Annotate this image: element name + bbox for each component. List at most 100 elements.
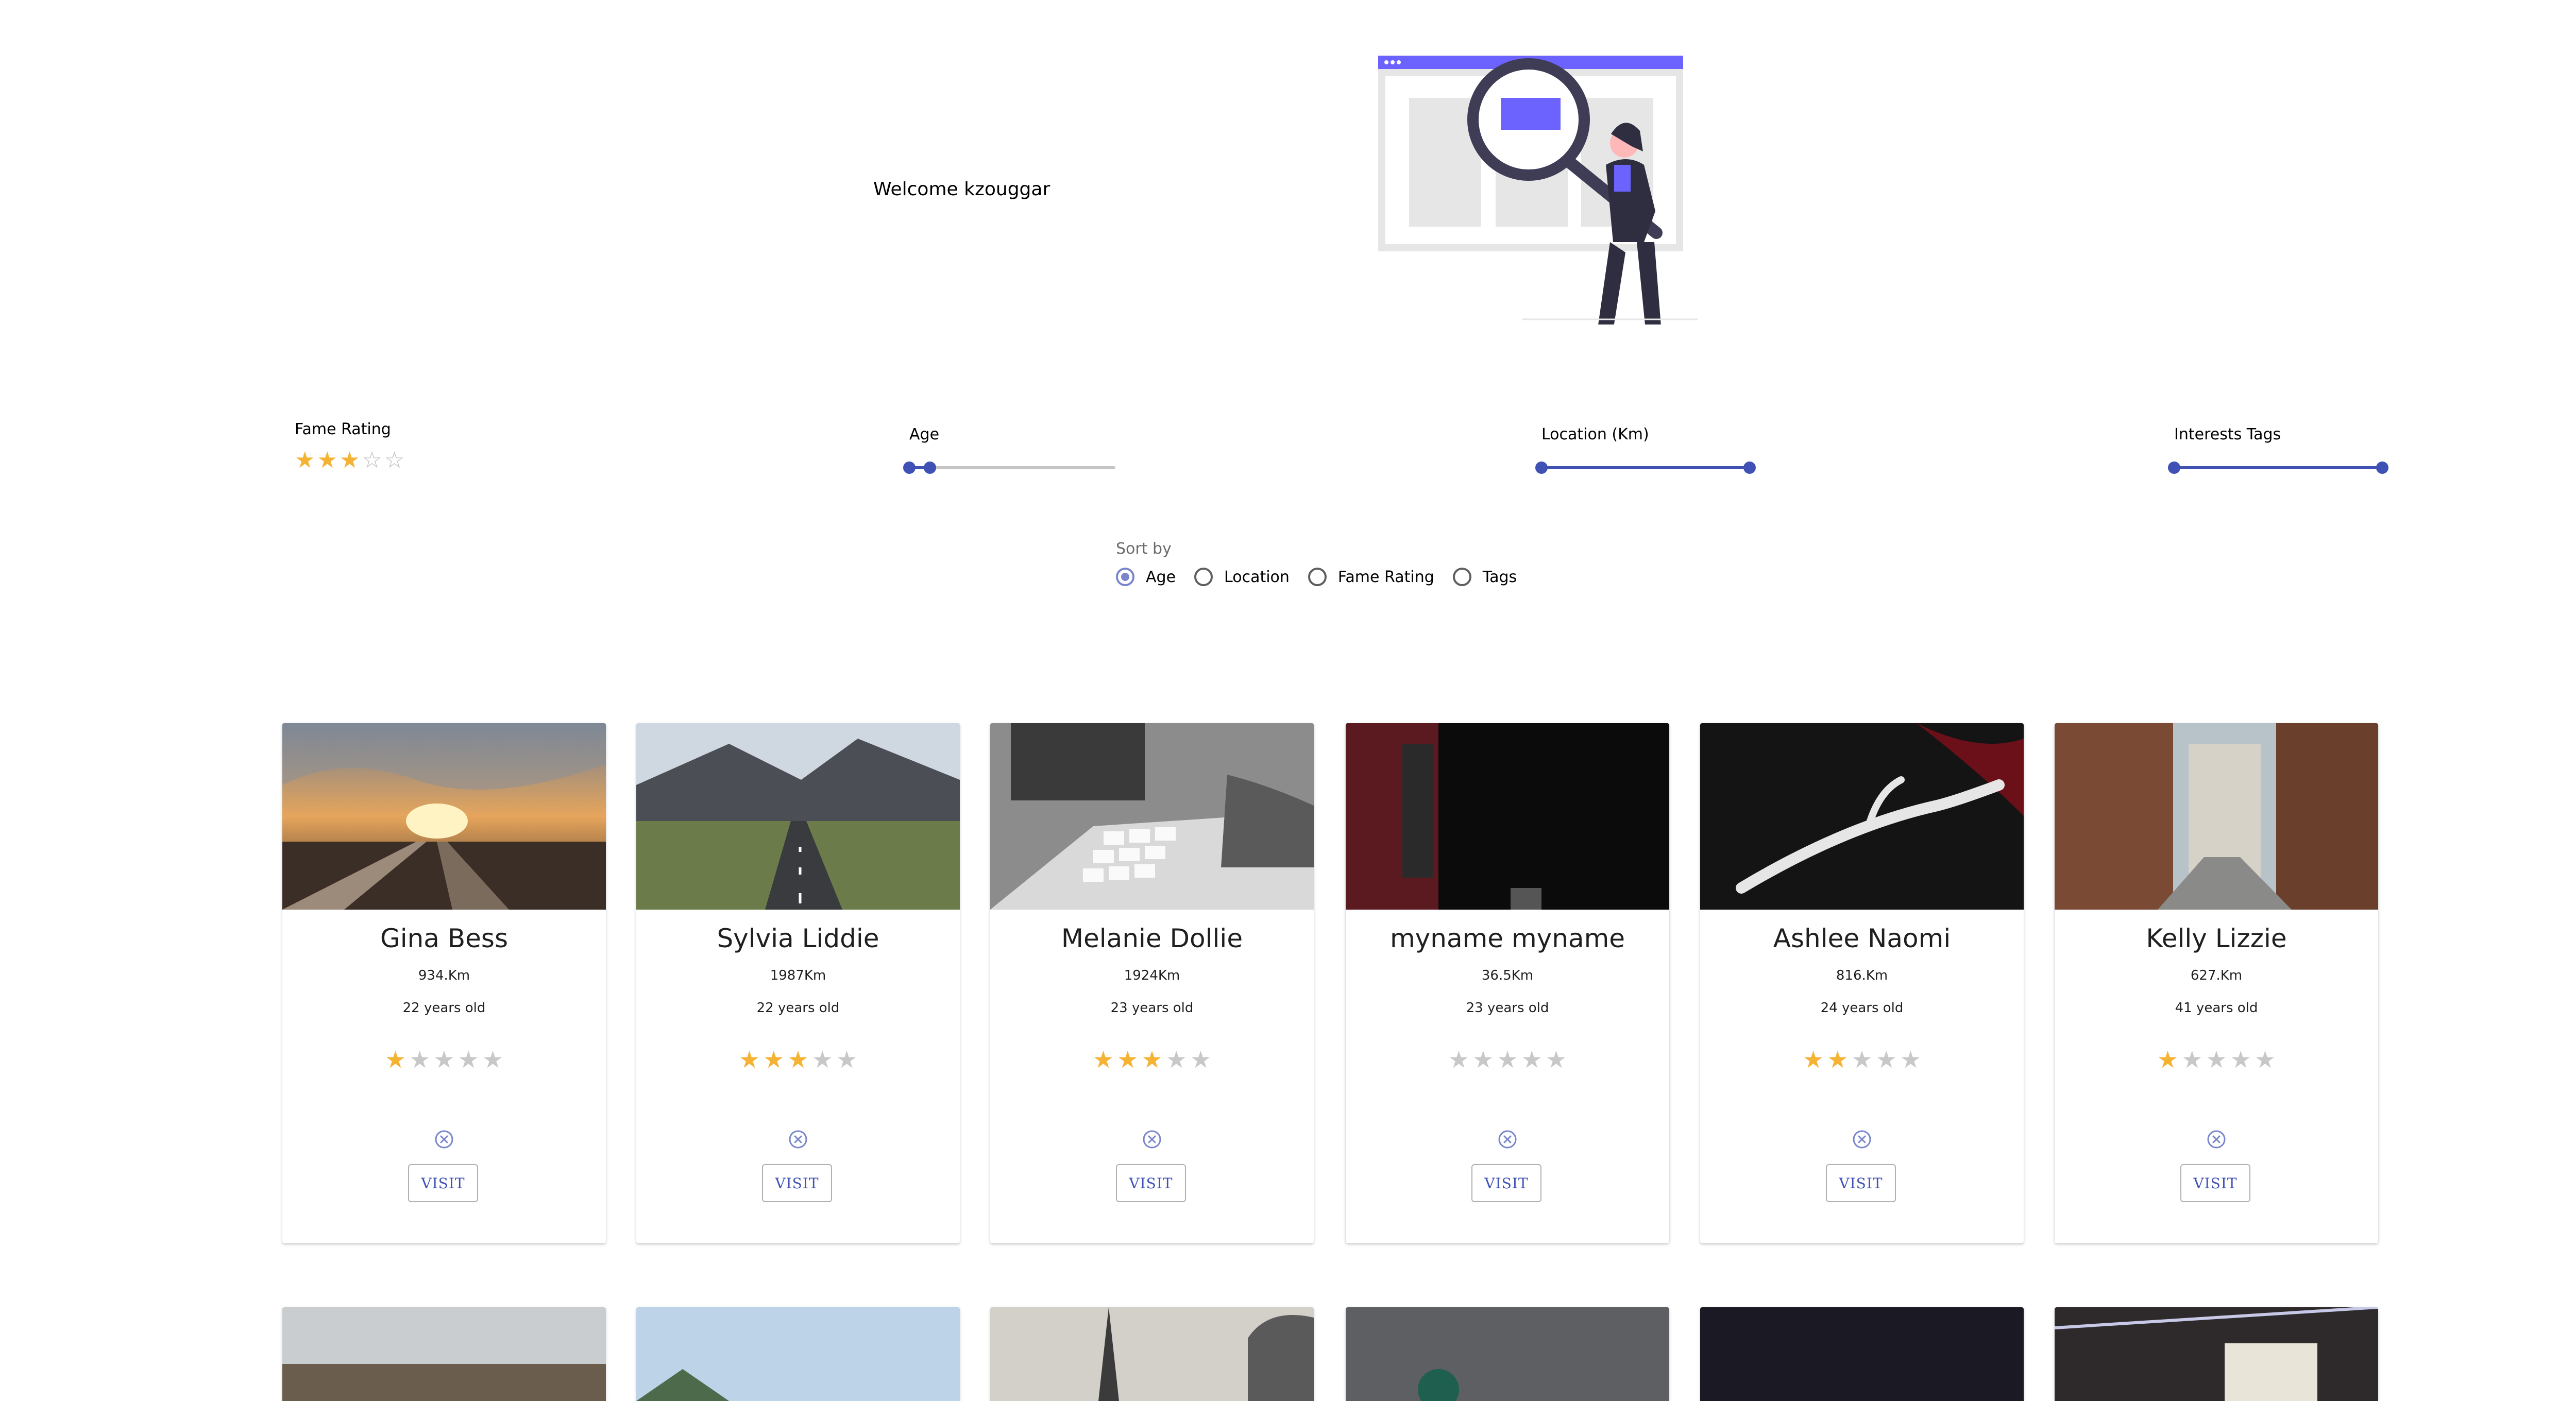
profile-name: Melanie Dollie — [1061, 924, 1243, 953]
profile-name: myname myname — [1389, 924, 1625, 953]
visit-button[interactable]: VISIT — [1826, 1164, 1896, 1202]
star-icon: ★ — [1472, 1046, 1494, 1073]
profile-name: Gina Bess — [380, 924, 509, 953]
profile-card: Sylvia Liddie 1987Km 22 years old ★ ★ ★ … — [636, 723, 960, 1243]
star-icon: ★ — [2230, 1046, 2251, 1073]
tags-slider-max-thumb[interactable] — [2376, 462, 2388, 474]
close-circle-icon[interactable] — [788, 1129, 808, 1150]
profile-age: 22 years old — [402, 1000, 486, 1016]
profile-card: myname myname 36.5Km 23 years old ★ ★ ★ … — [1346, 723, 1669, 1243]
age-slider-min-thumb[interactable] — [903, 462, 916, 474]
profile-rating: ★ ★ ★ ★ ★ — [636, 1048, 960, 1071]
sort-option-age[interactable]: Age — [1116, 568, 1176, 586]
visit-button[interactable]: VISIT — [762, 1164, 832, 1202]
visit-button[interactable]: VISIT — [408, 1164, 478, 1202]
profile-rating: ★ ★ ★ ★ ★ — [1700, 1048, 2024, 1071]
star-icon: ★ — [836, 1046, 858, 1073]
star-icon: ★ — [1521, 1046, 1543, 1073]
profile-card: Gina Bess 934.Km 22 years old ★ ★ ★ ★ ★ … — [282, 723, 606, 1243]
profile-photo — [990, 723, 1314, 910]
star-icon: ★ — [1827, 1046, 1849, 1073]
profile-name: Ashlee Naomi — [1773, 924, 1951, 953]
star-icon: ★ — [1900, 1046, 1922, 1073]
profile-age: 23 years old — [1466, 1000, 1549, 1016]
star-icon: ★ — [2206, 1046, 2227, 1073]
profile-age: 22 years old — [756, 1000, 840, 1016]
close-circle-icon[interactable] — [434, 1129, 454, 1150]
profile-card-partial — [990, 1307, 1314, 1401]
star-icon: ★ — [1190, 1046, 1212, 1073]
profile-distance: 816.Km — [1836, 968, 1888, 983]
star-icon: ★ — [763, 1046, 785, 1073]
profile-distance: 627.Km — [2190, 968, 2243, 983]
star-icon: ★ — [1851, 1046, 1873, 1073]
close-circle-icon[interactable] — [1497, 1129, 1518, 1150]
profile-distance: 1987Km — [770, 968, 826, 983]
star-outline-icon[interactable]: ☆ — [362, 449, 382, 472]
fame-rating-input[interactable]: ★ ★ ★ ☆ ☆ — [295, 449, 404, 472]
profile-card: Ashlee Naomi 816.Km 24 years old ★ ★ ★ ★… — [1700, 723, 2024, 1243]
star-icon[interactable]: ★ — [317, 449, 337, 472]
profile-card: Kelly Lizzie 627.Km 41 years old ★ ★ ★ ★… — [2055, 723, 2378, 1243]
star-icon: ★ — [787, 1046, 809, 1073]
profile-card-partial — [2055, 1307, 2378, 1401]
star-icon: ★ — [1165, 1046, 1187, 1073]
tags-slider-track — [2174, 466, 2382, 469]
star-icon: ★ — [1875, 1046, 1897, 1073]
tags-slider-min-thumb[interactable] — [2168, 462, 2180, 474]
star-icon[interactable]: ★ — [340, 449, 360, 472]
sort-option-location[interactable]: Location — [1194, 568, 1290, 586]
profile-name: Kelly Lizzie — [2146, 924, 2287, 953]
profile-rating: ★ ★ ★ ★ ★ — [990, 1048, 1314, 1071]
profile-card-partial — [636, 1307, 960, 1401]
close-circle-icon[interactable] — [1852, 1129, 1872, 1150]
visit-button[interactable]: VISIT — [2180, 1164, 2250, 1202]
profile-name: Sylvia Liddie — [717, 924, 879, 953]
profile-distance: 934.Km — [418, 968, 470, 983]
sort-option-tags[interactable]: Tags — [1452, 568, 1517, 586]
star-icon: ★ — [433, 1046, 455, 1073]
star-icon: ★ — [482, 1046, 504, 1073]
fame-rating-label: Fame Rating — [295, 420, 391, 438]
radio-icon[interactable] — [1194, 568, 1213, 586]
profile-photo — [1346, 723, 1669, 910]
profile-card: Melanie Dollie 1924Km 23 years old ★ ★ ★… — [990, 723, 1314, 1243]
star-icon: ★ — [738, 1046, 760, 1073]
search-illustration — [1368, 52, 1708, 350]
star-icon: ★ — [2181, 1046, 2203, 1073]
radio-checked-icon[interactable] — [1116, 568, 1134, 586]
profile-age: 41 years old — [2175, 1000, 2258, 1016]
star-icon: ★ — [1117, 1046, 1139, 1073]
star-icon: ★ — [2157, 1046, 2179, 1073]
star-outline-icon[interactable]: ☆ — [384, 449, 404, 472]
welcome-text: Welcome kzouggar — [873, 179, 1050, 200]
star-icon: ★ — [1545, 1046, 1567, 1073]
age-label: Age — [909, 425, 940, 443]
star-icon: ★ — [1497, 1046, 1518, 1073]
close-circle-icon[interactable] — [1142, 1129, 1162, 1150]
profile-photo — [636, 723, 960, 910]
profile-photo — [1700, 723, 2024, 910]
profile-card-partial — [1346, 1307, 1669, 1401]
visit-button[interactable]: VISIT — [1471, 1164, 1541, 1202]
location-slider-max-thumb[interactable] — [1743, 462, 1756, 474]
sort-option-fame-rating[interactable]: Fame Rating — [1308, 568, 1434, 586]
close-circle-icon[interactable] — [2206, 1129, 2227, 1150]
star-icon: ★ — [384, 1046, 406, 1073]
star-icon: ★ — [2254, 1046, 2276, 1073]
radio-icon[interactable] — [1452, 568, 1471, 586]
radio-icon[interactable] — [1308, 568, 1327, 586]
location-slider-track — [1541, 466, 1750, 469]
location-slider-min-thumb[interactable] — [1535, 462, 1548, 474]
profile-rating: ★ ★ ★ ★ ★ — [2055, 1048, 2378, 1071]
profile-photo — [2055, 723, 2378, 910]
star-icon: ★ — [1092, 1046, 1114, 1073]
visit-button[interactable]: VISIT — [1116, 1164, 1186, 1202]
age-slider-max-thumb[interactable] — [924, 462, 936, 474]
profile-card-partial — [282, 1307, 606, 1401]
star-icon[interactable]: ★ — [295, 449, 315, 472]
interests-tags-label: Interests Tags — [2174, 425, 2281, 443]
age-slider-rail — [909, 466, 1115, 469]
profile-distance: 1924Km — [1124, 968, 1180, 983]
profile-rating: ★ ★ ★ ★ ★ — [1346, 1048, 1669, 1071]
